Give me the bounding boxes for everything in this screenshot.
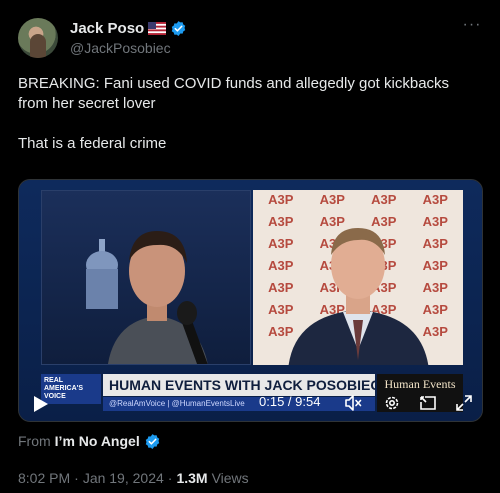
author-name-row[interactable]: Jack Poso [70,18,187,38]
host-image [108,231,209,364]
author-name[interactable]: Jack Poso [70,20,144,37]
from-label: From [18,433,51,449]
video-right-panel: A3P A3P A3P A3P A3P A3P A3P A3P A3P A3P A3P A3P A… [253,190,463,365]
avatar[interactable] [18,18,58,58]
video-player[interactable]: A3P A3P A3P A3P A3P A3P A3P A3P A3P A3P A3P A3P A… [18,179,483,422]
views-count: 1.3M [176,470,208,486]
views-label: Views [211,470,249,486]
video-time: 0:15 / 9:54 [259,394,321,409]
more-options-button[interactable]: ··· [460,16,484,36]
guest-image [288,228,429,365]
tweet-text: BREAKING: Fani used COVID funds and alle… [18,75,450,152]
video-controls: 0:15 / 9:54 [19,387,482,421]
verified-badge-icon [145,433,159,449]
video-left-panel [41,190,251,365]
from-source-link[interactable]: I’m No Angel [55,433,140,449]
tweet-time[interactable]: 8:02 PM [18,470,70,486]
meta-separator: · [74,470,79,486]
tweet-date[interactable]: Jan 19, 2024 [83,470,164,486]
fullscreen-icon[interactable] [455,394,473,412]
tweet-header: Jack Poso @JackPosobiec ··· [18,16,484,60]
from-attribution: From I’m No Angel [18,431,161,451]
volume-muted-icon[interactable] [344,394,362,412]
us-flag-icon [148,21,167,35]
verified-badge-icon [171,20,186,36]
gear-icon[interactable] [383,394,401,412]
picture-in-picture-icon[interactable] [419,394,437,412]
author-handle[interactable]: @JackPosobiec [70,40,171,56]
play-icon[interactable] [33,395,49,413]
tweet-meta: 8:02 PM · Jan 19, 2024 · 1.3M Views [18,470,249,486]
meta-separator: · [167,470,173,486]
